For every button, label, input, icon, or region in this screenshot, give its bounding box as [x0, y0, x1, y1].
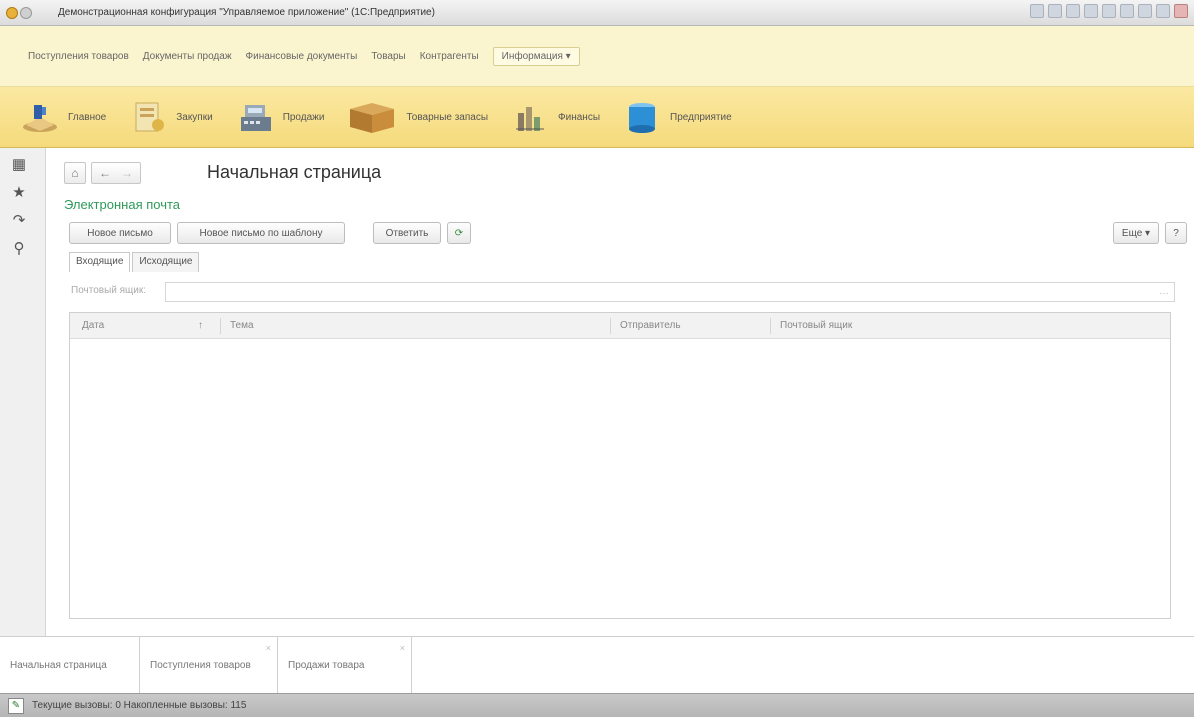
section-label: Закупки: [176, 111, 213, 123]
grid-icon[interactable]: ▦: [8, 154, 30, 176]
box-icon: [346, 99, 398, 135]
mailbox-field[interactable]: …: [165, 282, 1175, 302]
section-label: Товарные запасы: [406, 111, 489, 123]
back-arrow-icon[interactable]: ←: [99, 166, 111, 180]
toolbar-icon[interactable]: [1030, 4, 1044, 18]
email-group-title[interactable]: Электронная почта: [64, 197, 180, 212]
close-tab-icon[interactable]: ×: [266, 643, 271, 653]
column-subject[interactable]: Тема: [230, 320, 254, 331]
refresh-button[interactable]: ⟳: [447, 222, 471, 244]
refresh-icon: ⟳: [454, 227, 464, 239]
menu-item-contractors[interactable]: Контрагенты: [420, 51, 479, 62]
status-text: Текущие вызовы: 0 Накопленные вызовы: 11…: [32, 700, 247, 711]
toolbar-icon[interactable]: [1084, 4, 1098, 18]
star-icon[interactable]: ★: [8, 182, 30, 204]
home-button[interactable]: ⌂: [64, 162, 86, 184]
section-purchases[interactable]: Закупки: [128, 99, 213, 135]
toolbar-icon[interactable]: [1120, 4, 1134, 18]
menu-item-receipts[interactable]: Поступления товаров: [28, 51, 129, 62]
sort-icon[interactable]: ↑: [198, 320, 203, 331]
forward-arrow-icon[interactable]: →: [121, 166, 133, 180]
app-logo-icon[interactable]: [6, 4, 40, 22]
toolbar-icon[interactable]: [1066, 4, 1080, 18]
section-label: Главное: [68, 111, 107, 123]
status-icon[interactable]: ✎: [8, 697, 24, 714]
left-toolbar: ▦ ★ ↷ ⚲: [0, 148, 46, 636]
section-panel: Главное Закупки Продажи Товарные запасы …: [0, 87, 1194, 148]
window-tab-label: Поступления товаров: [150, 660, 251, 671]
cash-register-icon: [235, 99, 275, 135]
open-windows-bar: Начальная страница Поступления товаров ×…: [0, 636, 1194, 694]
home-icon: [20, 99, 60, 135]
tab-inbox[interactable]: Входящие: [69, 252, 131, 272]
purchases-icon: [128, 99, 168, 135]
email-list-table[interactable]: Дата ↑ Тема Отправитель Почтовый ящик: [69, 312, 1171, 619]
menu-item-products[interactable]: Товары: [371, 51, 405, 62]
section-stock[interactable]: Товарные запасы: [346, 99, 488, 135]
maximize-icon[interactable]: [1156, 4, 1170, 18]
back-forward-buttons[interactable]: ← →: [91, 162, 141, 184]
help-button[interactable]: ?: [1165, 222, 1187, 244]
table-header: Дата ↑ Тема Отправитель Почтовый ящик: [70, 313, 1170, 339]
section-main[interactable]: Главное: [20, 99, 106, 135]
menu-item-sales-documents[interactable]: Документы продаж: [143, 51, 232, 62]
finance-icon: [510, 99, 550, 135]
home-nav-icon: ⌂: [71, 166, 79, 180]
menu-item-finance-documents[interactable]: Финансовые документы: [246, 51, 358, 62]
history-icon[interactable]: ↷: [8, 210, 30, 232]
window-tab-sales[interactable]: Продажи товара ×: [278, 637, 412, 694]
new-letter-button[interactable]: Новое письмо: [69, 222, 171, 244]
toolbar-icon[interactable]: [1102, 4, 1116, 18]
new-letter-from-template-button[interactable]: Новое письмо по шаблону: [177, 222, 345, 244]
section-label: Предприятие: [670, 111, 732, 123]
section-sales[interactable]: Продажи: [235, 99, 325, 135]
minimize-icon[interactable]: [1138, 4, 1152, 18]
section-finance[interactable]: Финансы: [510, 99, 600, 135]
window-tab-label: Начальная страница: [10, 660, 107, 671]
toolbar-icon[interactable]: [1048, 4, 1062, 18]
enterprise-icon: [622, 99, 662, 135]
window-tab-receipts[interactable]: Поступления товаров ×: [140, 637, 278, 694]
title-bar: Демонстрационная конфигурация "Управляем…: [0, 0, 1194, 26]
page-title: Начальная страница: [207, 162, 382, 182]
more-button[interactable]: Еще ▾: [1113, 222, 1159, 244]
section-label: Продажи: [282, 111, 325, 123]
column-mailbox[interactable]: Почтовый ящик: [780, 320, 852, 331]
window-title: Демонстрационная конфигурация "Управляем…: [58, 7, 435, 18]
section-enterprise[interactable]: Предприятие: [622, 99, 732, 135]
section-label: Финансы: [558, 111, 601, 123]
search-icon[interactable]: ⚲: [8, 238, 30, 260]
reply-button[interactable]: Ответить: [373, 222, 441, 244]
status-bar: ✎ Текущие вызовы: 0 Накопленные вызовы: …: [0, 693, 1194, 717]
column-sender[interactable]: Отправитель: [620, 320, 681, 331]
menu-info-dropdown[interactable]: Информация ▾: [492, 46, 580, 66]
mailbox-label: Почтовый ящик:: [71, 285, 147, 296]
main-menu: Поступления товаров Документы продаж Фин…: [0, 26, 1194, 87]
close-tab-icon[interactable]: ×: [400, 643, 405, 653]
mail-tabs: Входящие Исходящие: [69, 252, 201, 272]
column-date[interactable]: Дата: [82, 320, 104, 331]
window-tab-label: Продажи товара: [288, 660, 365, 671]
window-tab-start-page[interactable]: Начальная страница: [0, 637, 140, 694]
start-page: ⌂ ← → Начальная страница Электронная поч…: [47, 148, 1194, 636]
clear-icon[interactable]: …: [1158, 286, 1170, 298]
title-toolbar: [1030, 4, 1188, 18]
tab-outbox[interactable]: Исходящие: [132, 252, 200, 272]
close-icon[interactable]: [1174, 4, 1188, 18]
